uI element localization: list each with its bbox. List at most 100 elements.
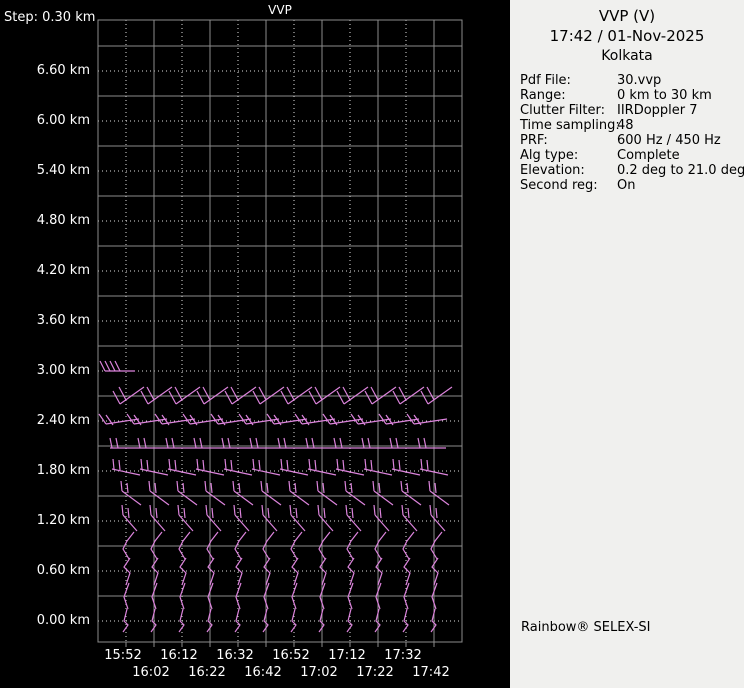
wind-barb-stroke bbox=[266, 413, 275, 425]
wind-barb-stroke bbox=[346, 514, 362, 532]
param-label: Range: bbox=[520, 88, 566, 103]
wind-barb-stroke bbox=[196, 458, 199, 470]
y-axis-label: 6.60 km bbox=[36, 63, 90, 78]
wind-barb-stroke bbox=[426, 459, 429, 471]
wind-barb bbox=[149, 504, 166, 532]
wind-barb-stroke bbox=[210, 413, 219, 425]
wind-barb bbox=[400, 480, 422, 506]
x-axis-label: 17:12 bbox=[328, 648, 366, 663]
wind-barb-stroke bbox=[345, 504, 348, 516]
wind-barb-stroke bbox=[279, 468, 309, 476]
wind-barb-stroke bbox=[308, 458, 311, 470]
wind-barb bbox=[260, 480, 282, 506]
x-axis-label: 16:42 bbox=[244, 665, 282, 680]
wind-barb bbox=[317, 504, 334, 532]
wind-barb-stroke bbox=[206, 514, 222, 532]
wind-barb-stroke bbox=[398, 386, 407, 401]
wind-barb bbox=[316, 480, 338, 506]
x-axis-label: 17:32 bbox=[384, 648, 422, 663]
panel-header: VVP (V) 17:42 / 01-Nov-2025 Kolkata bbox=[510, 0, 744, 66]
x-axis-label: 16:32 bbox=[216, 648, 254, 663]
wind-barb-stroke bbox=[140, 458, 143, 470]
wind-barb-stroke bbox=[140, 390, 149, 405]
parameter-list: Pdf File: 30.vvp Range: 0 km to 30 km Cl… bbox=[510, 73, 744, 193]
wind-barb-stroke bbox=[111, 468, 141, 476]
param-value: Complete bbox=[617, 148, 680, 163]
param-clutter-filter: Clutter Filter: IIRDoppler 7 bbox=[520, 103, 744, 118]
wind-barb-stroke bbox=[149, 490, 170, 506]
site-name: Kolkata bbox=[601, 48, 653, 64]
wind-barb-stroke bbox=[322, 482, 325, 494]
wind-barb-stroke bbox=[372, 480, 375, 492]
wind-barb-stroke bbox=[318, 514, 334, 532]
wind-barb-stroke bbox=[202, 386, 211, 401]
wind-barb-stroke bbox=[224, 390, 233, 405]
wind-barb-stroke bbox=[336, 390, 345, 405]
wind-barb-stroke bbox=[174, 386, 183, 401]
wind-barb-stroke bbox=[205, 490, 226, 506]
wind-barb bbox=[429, 504, 446, 532]
wind-barb-stroke bbox=[434, 482, 437, 494]
wind-barb-stroke bbox=[168, 458, 171, 470]
wind-barb-stroke bbox=[177, 504, 180, 516]
param-label: Time sampling: bbox=[520, 118, 620, 133]
wind-barb bbox=[176, 480, 198, 506]
wind-barb-stroke bbox=[168, 390, 177, 405]
y-axis-label: 3.00 km bbox=[36, 363, 90, 378]
wind-barb-stroke bbox=[262, 514, 278, 532]
wind-barb-stroke bbox=[379, 507, 382, 519]
wind-barb-stroke bbox=[391, 468, 421, 476]
wind-barb-stroke bbox=[233, 490, 254, 506]
wind-barb-stroke bbox=[252, 458, 255, 470]
plot-border bbox=[97, 19, 463, 643]
y-axis-label: 0.00 km bbox=[36, 613, 90, 628]
y-axis-label: 6.00 km bbox=[36, 113, 90, 128]
wind-barb-stroke bbox=[286, 459, 289, 471]
wind-barb-stroke bbox=[204, 480, 207, 492]
y-axis-label: 4.20 km bbox=[36, 263, 90, 278]
wind-barb-stroke bbox=[288, 480, 291, 492]
wind-barb bbox=[177, 504, 194, 532]
wind-barb bbox=[391, 458, 421, 476]
wind-barb-stroke bbox=[322, 413, 331, 425]
wind-barb-stroke bbox=[289, 490, 310, 506]
param-label: Elevation: bbox=[520, 163, 585, 178]
wind-barb-stroke bbox=[420, 390, 429, 405]
wind-barb bbox=[373, 504, 390, 532]
wind-barb bbox=[205, 504, 222, 532]
wind-barb-stroke bbox=[370, 386, 379, 401]
param-value: On bbox=[617, 178, 636, 193]
wind-barb-stroke bbox=[406, 482, 409, 494]
wind-barb-stroke bbox=[118, 386, 127, 401]
wind-barb-stroke bbox=[370, 459, 373, 471]
param-label: Alg type: bbox=[520, 148, 579, 163]
wind-barb bbox=[120, 480, 142, 506]
wind-barb bbox=[344, 480, 366, 506]
wind-profile-plot bbox=[97, 19, 463, 647]
wind-barb bbox=[99, 360, 135, 372]
param-prf: PRF: 600 Hz / 450 Hz bbox=[520, 133, 744, 148]
wind-barb-stroke bbox=[401, 504, 404, 516]
wind-barb-stroke bbox=[373, 504, 376, 516]
wind-barb-stroke bbox=[407, 507, 410, 519]
wind-barb-stroke bbox=[258, 386, 267, 401]
wind-barb-stroke bbox=[317, 490, 338, 506]
wind-barb-stroke bbox=[182, 482, 185, 494]
wind-barb bbox=[401, 504, 418, 532]
wind-barb bbox=[167, 458, 197, 476]
wind-barb-stroke bbox=[238, 482, 241, 494]
wind-barb bbox=[289, 504, 306, 532]
x-axis-label: 16:02 bbox=[132, 665, 170, 680]
wind-barb-stroke bbox=[350, 482, 353, 494]
wind-barb-stroke bbox=[342, 386, 351, 401]
param-label: Second reg: bbox=[520, 178, 598, 193]
wind-barb-stroke bbox=[155, 507, 158, 519]
product-title: VVP (V) bbox=[598, 7, 656, 25]
param-value: 48 bbox=[617, 118, 634, 133]
wind-barb-stroke bbox=[112, 390, 121, 405]
x-axis-label: 15:52 bbox=[104, 648, 142, 663]
y-axis-label: 1.20 km bbox=[36, 513, 90, 528]
wind-barb-stroke bbox=[202, 459, 205, 471]
wind-barb-stroke bbox=[148, 480, 151, 492]
wind-barb-stroke bbox=[336, 458, 339, 470]
